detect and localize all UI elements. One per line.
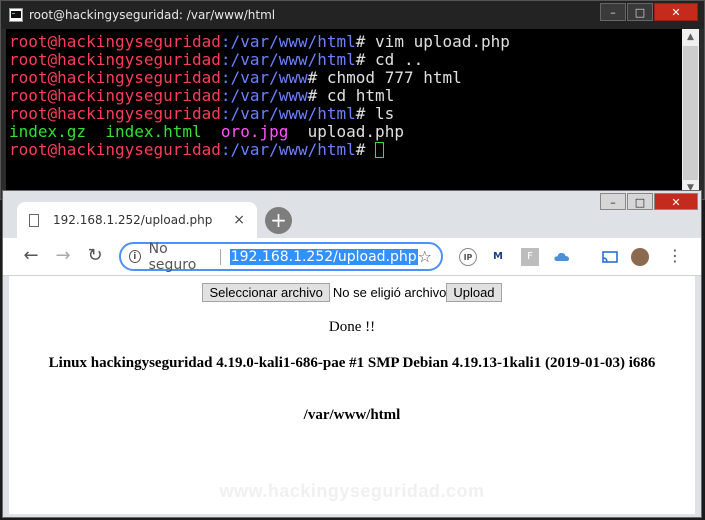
prompt-symbol: # [355, 140, 376, 159]
terminal-line: root@hackingyseguridad:/var/www/html# ls [9, 105, 682, 123]
maximize-icon[interactable]: □ [627, 193, 653, 210]
close-icon[interactable]: ✕ [654, 3, 698, 21]
browser-window: – □ ✕ 192.168.1.252/upload.php × + ← → ↻… [2, 190, 702, 518]
prompt-path: :/var/www [220, 86, 308, 105]
prompt-symbol: # [355, 104, 376, 123]
browser-window-controls: – □ ✕ [600, 193, 698, 210]
address-bar[interactable]: i No seguro 192.168.1.252/upload.php ☆ [119, 241, 443, 273]
prompt-user: root@hackingyseguridad [9, 104, 221, 123]
terminal-scrollbar[interactable]: ▲ ▼ [682, 29, 699, 197]
terminal-line: root@hackingyseguridad:/var/www/html# vi… [9, 33, 682, 51]
no-file-label: No se eligió archivo [332, 285, 447, 300]
terminal-titlebar[interactable]: root@hackingyseguridad: /var/www/html [1, 1, 704, 29]
address-divider [219, 248, 221, 265]
prompt-symbol: # [307, 68, 327, 87]
terminal-icon [9, 8, 23, 22]
uname-output: Linux hackingyseguridad 4.19.0-kali1-686… [48, 355, 656, 371]
forward-arrow-icon[interactable]: → [51, 245, 75, 267]
cast-icon[interactable] [601, 248, 619, 266]
done-message: Done !! [328, 319, 376, 335]
menu-kebab-icon[interactable]: ⋮ [663, 245, 687, 267]
prompt-user: root@hackingyseguridad [9, 140, 221, 159]
prompt-path: :/var/www/html [220, 50, 356, 69]
info-icon[interactable]: i [129, 250, 141, 263]
ls-output: index.gz index.html oro.jpg upload.php [9, 123, 682, 141]
prompt-path: :/var/www/html [220, 32, 356, 51]
prompt-path: :/var/www/html [220, 140, 356, 159]
upload-form: Seleccionar archivo No se eligió archivo U… [9, 283, 695, 302]
terminal-window: root@hackingyseguridad: /var/www/html – … [0, 0, 705, 200]
terminal-cursor [375, 142, 385, 158]
command-text: vim upload.php [375, 32, 510, 51]
choose-file-button[interactable]: Seleccionar archivo [202, 283, 330, 302]
prompt-symbol: # [355, 50, 376, 69]
tab-upload[interactable]: 192.168.1.252/upload.php × [17, 202, 257, 238]
cwd-output: /var/www/html [303, 407, 401, 423]
ls-file: index.html [105, 122, 202, 141]
maximize-icon[interactable]: □ [627, 3, 653, 21]
security-label[interactable]: No seguro [149, 241, 211, 273]
terminal-window-controls: – □ ✕ [600, 3, 698, 21]
bookmark-star-icon[interactable]: ☆ [418, 247, 432, 266]
scroll-up-icon[interactable]: ▲ [682, 29, 699, 46]
prompt-user: root@hackingyseguridad [9, 32, 221, 51]
page-content: Seleccionar archivo No se eligió archivo U… [9, 276, 695, 514]
new-tab-button[interactable]: + [265, 207, 292, 234]
upload-button[interactable]: Upload [446, 283, 502, 302]
terminal-line: root@hackingyseguridad:/var/www/html# cd… [9, 51, 682, 69]
url-text[interactable]: 192.168.1.252/upload.php [229, 248, 418, 265]
prompt-symbol: # [355, 32, 376, 51]
command-text: chmod 777 html [326, 68, 462, 87]
ip-extension-icon[interactable]: IP [459, 248, 477, 266]
prompt-path: :/var/www [220, 68, 308, 87]
ls-file: oro.jpg [220, 122, 289, 141]
avatar[interactable] [631, 248, 649, 266]
ls-file: upload.php [307, 122, 404, 141]
terminal-line: root@hackingyseguridad:/var/www# cd html [9, 87, 682, 105]
minimize-icon[interactable]: – [600, 3, 626, 21]
page-icon [29, 213, 39, 227]
feedly-extension-icon[interactable]: F [521, 248, 539, 266]
browser-toolbar: ← → ↻ i No seguro 192.168.1.252/upload.p… [3, 238, 701, 276]
terminal-prompt-line: root@hackingyseguridad:/var/www/html# [9, 141, 682, 159]
command-text: cd html [326, 86, 395, 105]
terminal-line: root@hackingyseguridad:/var/www# chmod 7… [9, 69, 682, 87]
movistar-extension-icon[interactable]: M [489, 248, 507, 266]
close-icon[interactable]: ✕ [654, 193, 698, 210]
watermark: www.hackingyseguridad.com [219, 481, 485, 501]
command-text: ls [375, 104, 395, 123]
tab-close-icon[interactable]: × [233, 212, 245, 228]
command-text: cd .. [375, 50, 424, 69]
back-arrow-icon[interactable]: ← [19, 245, 43, 267]
tab-title: 192.168.1.252/upload.php [53, 213, 213, 227]
terminal-title: root@hackingyseguridad: /var/www/html [29, 8, 276, 22]
cloud-extension-icon[interactable] [553, 248, 571, 266]
ls-file: index.gz [9, 122, 87, 141]
prompt-user: root@hackingyseguridad [9, 50, 221, 69]
terminal-output[interactable]: root@hackingyseguridad:/var/www/html# vi… [6, 29, 682, 197]
scroll-thumb[interactable] [683, 46, 698, 180]
reload-icon[interactable]: ↻ [83, 245, 107, 267]
minimize-icon[interactable]: – [600, 193, 626, 210]
prompt-user: root@hackingyseguridad [9, 68, 221, 87]
prompt-symbol: # [307, 86, 327, 105]
prompt-user: root@hackingyseguridad [9, 86, 221, 105]
prompt-path: :/var/www/html [220, 104, 356, 123]
